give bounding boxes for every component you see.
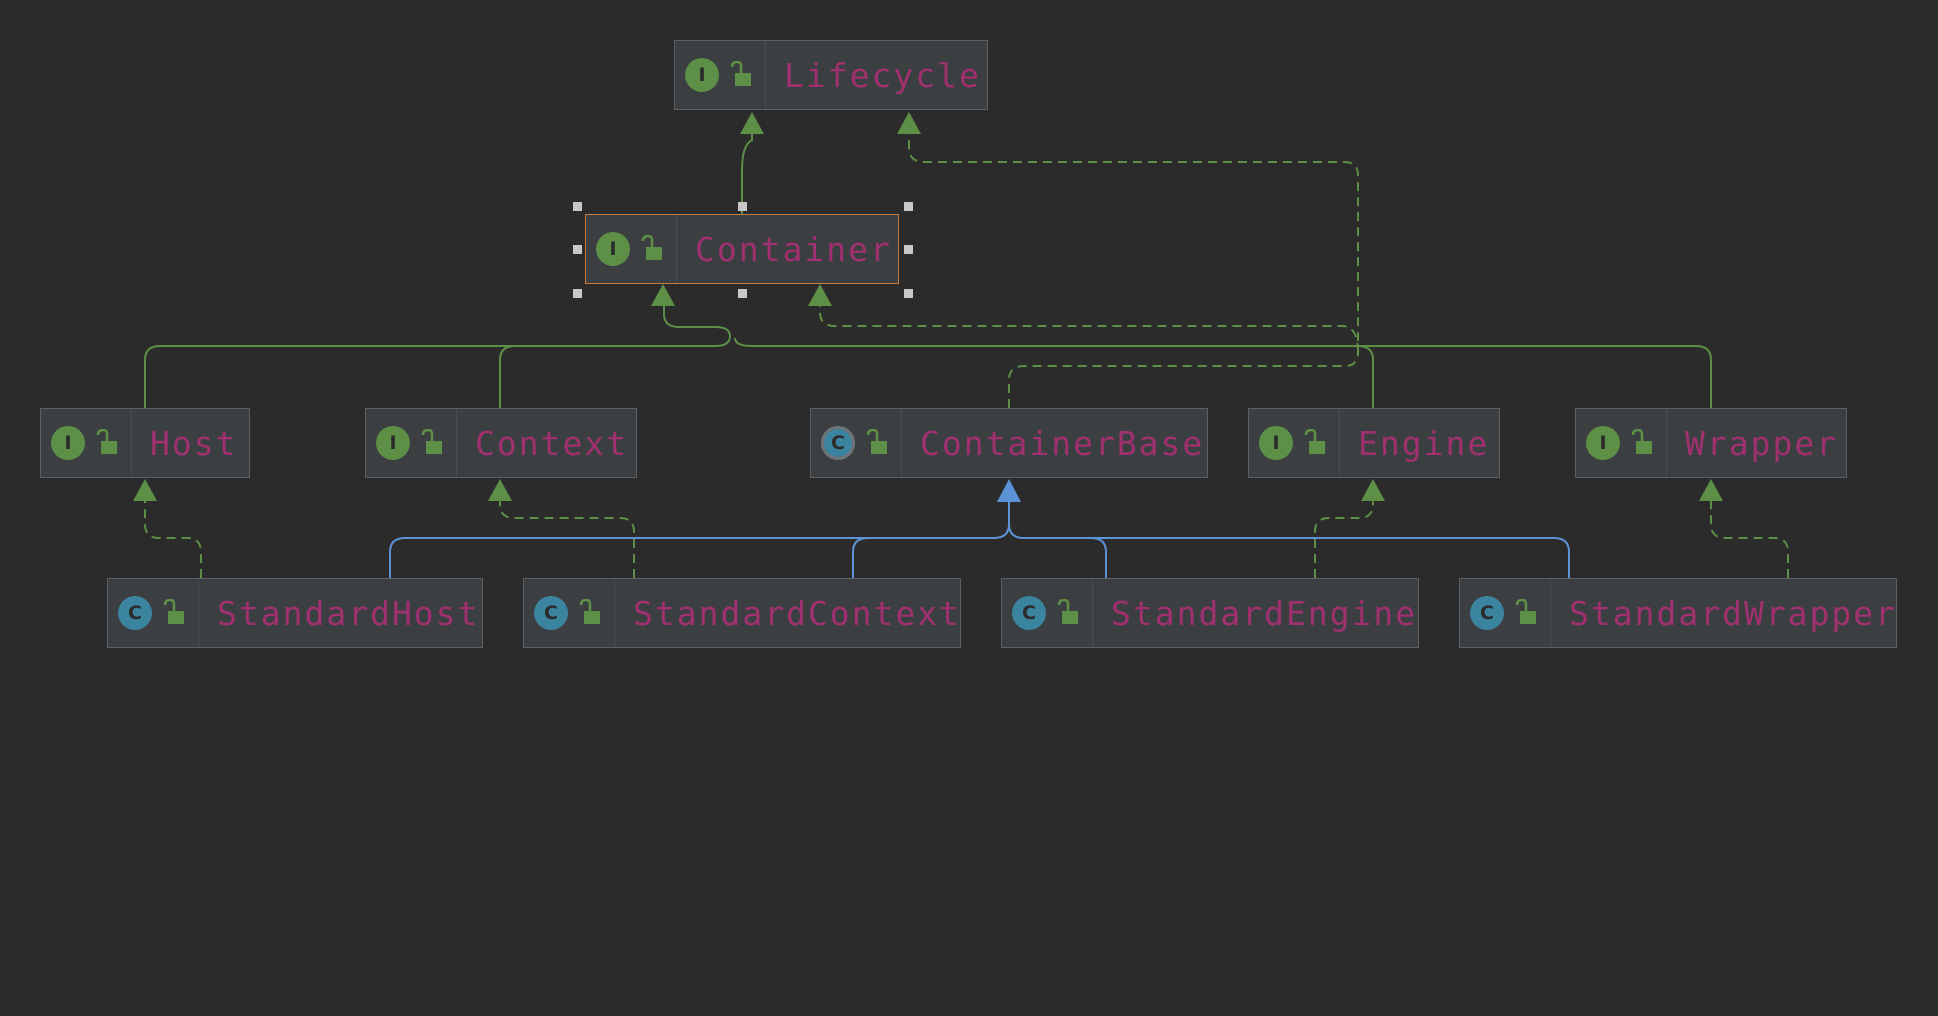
class-icon: C bbox=[1012, 596, 1046, 630]
resize-handle-n[interactable] bbox=[738, 202, 747, 211]
interface-icon: I bbox=[376, 426, 410, 460]
edge-standardwrapper-wrapper bbox=[1710, 500, 1789, 578]
separator bbox=[676, 215, 677, 283]
resize-handle-w[interactable] bbox=[573, 245, 582, 254]
interface-icon: I bbox=[596, 232, 630, 266]
separator bbox=[1550, 579, 1551, 647]
arrow-container-b bbox=[808, 284, 832, 306]
node-standardhost[interactable]: C StandardHost bbox=[107, 578, 483, 648]
node-label: Context bbox=[475, 423, 629, 463]
separator bbox=[456, 409, 457, 477]
separator bbox=[131, 409, 132, 477]
arrow-containerbase bbox=[997, 479, 1021, 502]
node-label: StandardEngine bbox=[1111, 593, 1418, 633]
node-standardengine[interactable]: C StandardEngine bbox=[1001, 578, 1419, 648]
edge-wrapper-container bbox=[1358, 345, 1712, 408]
interface-icon: I bbox=[51, 426, 85, 460]
interface-icon: I bbox=[685, 58, 719, 92]
abstract-class-icon: C bbox=[821, 426, 855, 460]
node-containerbase[interactable]: C ContainerBase bbox=[810, 408, 1208, 478]
public-lock-icon bbox=[96, 429, 117, 454]
edge-standardengine-containerbase bbox=[1008, 523, 1107, 578]
separator bbox=[1339, 409, 1340, 477]
node-label: Lifecycle bbox=[784, 55, 981, 95]
node-label: ContainerBase bbox=[920, 423, 1205, 463]
node-context[interactable]: I Context bbox=[365, 408, 637, 478]
public-lock-icon bbox=[1631, 429, 1652, 454]
edge-standardhost-host bbox=[144, 500, 202, 578]
node-wrapper[interactable]: I Wrapper bbox=[1575, 408, 1847, 478]
node-standardwrapper[interactable]: C StandardWrapper bbox=[1459, 578, 1897, 648]
node-container[interactable]: I Container bbox=[585, 214, 899, 284]
edge-engine-container bbox=[734, 337, 1374, 408]
public-lock-icon bbox=[1515, 599, 1536, 624]
resize-handle-se[interactable] bbox=[904, 289, 913, 298]
separator bbox=[765, 41, 766, 109]
arrow-lifecycle-a bbox=[740, 112, 764, 134]
node-label: StandardWrapper bbox=[1569, 593, 1898, 633]
node-label: StandardContext bbox=[633, 593, 962, 633]
resize-handle-nw[interactable] bbox=[573, 202, 582, 211]
class-icon: C bbox=[1470, 596, 1504, 630]
node-standardcontext[interactable]: C StandardContext bbox=[523, 578, 961, 648]
arrow-context bbox=[488, 479, 512, 501]
public-lock-icon bbox=[1304, 429, 1325, 454]
resize-handle-s[interactable] bbox=[738, 289, 747, 298]
edge-context-container bbox=[499, 345, 516, 408]
public-lock-icon bbox=[579, 599, 600, 624]
class-icon: C bbox=[534, 596, 568, 630]
separator bbox=[1666, 409, 1667, 477]
public-lock-icon bbox=[163, 599, 184, 624]
public-lock-icon bbox=[421, 429, 442, 454]
node-label: Host bbox=[150, 423, 238, 463]
node-host[interactable]: I Host bbox=[40, 408, 250, 478]
class-icon: C bbox=[118, 596, 152, 630]
node-label: Container bbox=[695, 229, 892, 269]
arrow-wrapper bbox=[1699, 479, 1723, 501]
node-label: StandardHost bbox=[217, 593, 480, 633]
resize-handle-e[interactable] bbox=[904, 245, 913, 254]
arrow-lifecycle-b bbox=[897, 112, 921, 134]
resize-handle-ne[interactable] bbox=[904, 202, 913, 211]
separator bbox=[1092, 579, 1093, 647]
edge-host-container bbox=[144, 306, 732, 408]
resize-handle-sw[interactable] bbox=[573, 289, 582, 298]
edge-standardwrapper-containerbase bbox=[1091, 537, 1570, 578]
node-label: Wrapper bbox=[1685, 423, 1839, 463]
arrow-engine bbox=[1361, 479, 1385, 501]
separator bbox=[614, 579, 615, 647]
edge-standardhost-containerbase bbox=[389, 502, 1010, 578]
interface-icon: I bbox=[1259, 426, 1293, 460]
node-label: Engine bbox=[1358, 423, 1490, 463]
arrow-container-a bbox=[651, 284, 675, 306]
public-lock-icon bbox=[1057, 599, 1078, 624]
edge-standardcontext-containerbase bbox=[852, 537, 869, 578]
edge-containerbase-lifecycle bbox=[908, 114, 1359, 408]
separator bbox=[901, 409, 902, 477]
public-lock-icon bbox=[730, 61, 751, 86]
public-lock-icon bbox=[866, 429, 887, 454]
separator bbox=[198, 579, 199, 647]
interface-icon: I bbox=[1586, 426, 1620, 460]
node-lifecycle[interactable]: I Lifecycle bbox=[674, 40, 988, 110]
public-lock-icon bbox=[641, 235, 662, 260]
node-engine[interactable]: I Engine bbox=[1248, 408, 1500, 478]
arrow-host bbox=[133, 479, 157, 501]
edge-layer bbox=[133, 112, 1789, 578]
